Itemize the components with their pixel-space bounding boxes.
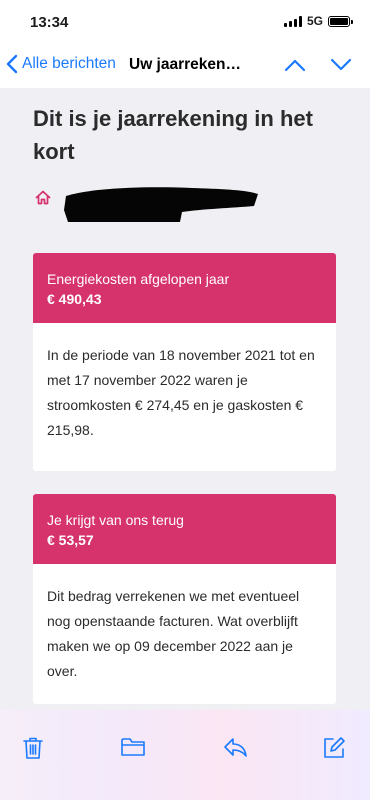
refund-card: Je krijgt van ons terug € 53,57 Dit bedr…: [33, 494, 336, 704]
card-body-text: Dit bedrag verrekenen we met eventueel n…: [47, 588, 300, 679]
nav-bar: Alle berichten Uw jaarreken…: [0, 44, 370, 88]
signal-icon: [283, 15, 302, 27]
email-body[interactable]: Dit is je jaarrekening in het kort Energ…: [0, 88, 370, 710]
energy-costs-card: Energiekosten afgelopen jaar € 490,43 In…: [33, 253, 336, 471]
card-header: Je krijgt van ons terug € 53,57: [33, 494, 336, 564]
back-label: Alle berichten: [22, 55, 116, 72]
home-icon: [35, 190, 51, 205]
redacted-address: [64, 187, 258, 222]
status-indicators: 5G: [283, 14, 353, 28]
folder-icon[interactable]: [120, 736, 146, 758]
network-label: 5G: [306, 14, 323, 28]
reply-icon[interactable]: [222, 736, 248, 758]
card-amount: € 53,57: [47, 532, 94, 548]
status-time: 13:34: [30, 14, 69, 31]
back-button[interactable]: Alle berichten: [6, 54, 116, 74]
card-amount: € 490,43: [47, 291, 102, 307]
card-label: Energiekosten afgelopen jaar: [47, 271, 230, 287]
trash-icon[interactable]: [22, 736, 44, 760]
card-body-text: In de periode van 18 november 2021 tot e…: [47, 347, 315, 438]
chevron-down-icon[interactable]: [330, 58, 352, 72]
battery-icon: [328, 15, 353, 27]
message-subject: Uw jaarreken…: [129, 56, 241, 73]
status-bar: 13:34 5G: [0, 0, 370, 44]
chevron-up-icon[interactable]: [284, 58, 306, 72]
card-label: Je krijgt van ons terug: [47, 512, 184, 528]
bottom-toolbar: [0, 710, 370, 800]
card-header: Energiekosten afgelopen jaar € 490,43: [33, 253, 336, 323]
chevron-left-icon: [6, 54, 18, 74]
compose-icon[interactable]: [322, 736, 346, 760]
page-title: Dit is je jaarrekening in het kort: [33, 106, 313, 164]
